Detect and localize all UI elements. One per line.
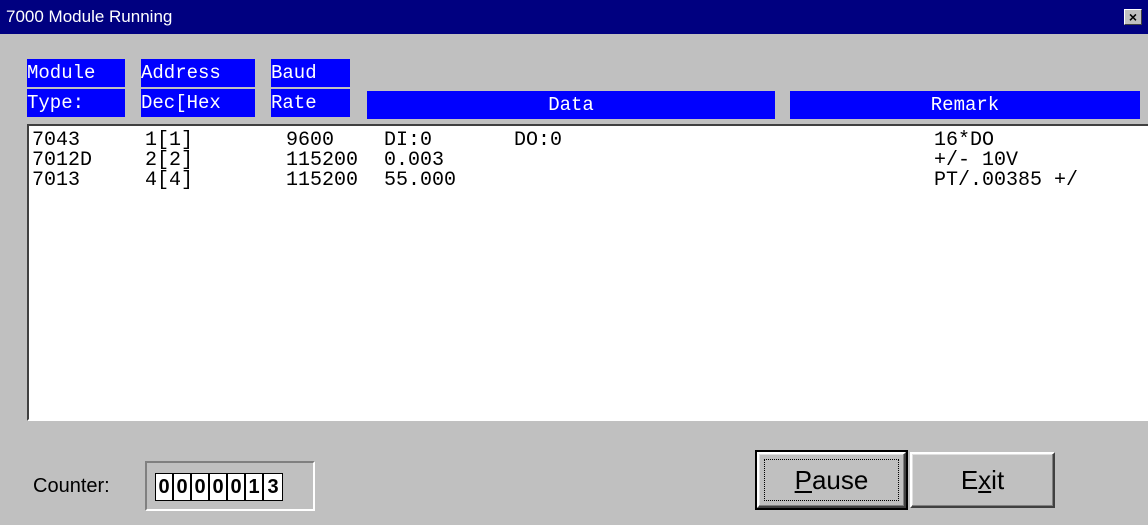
title-bar: 7000 Module Running × — [0, 0, 1148, 34]
counter-display: 0 0 0 0 0 1 3 — [145, 461, 315, 511]
counter-digit: 3 — [264, 474, 282, 500]
header-module-line1: Module — [27, 59, 125, 87]
cell-module: 7013 — [32, 169, 81, 192]
counter-digit: 0 — [174, 474, 192, 500]
list-item[interactable]: 7043 1[1] 9600 DI:0 DO:0 16*DO — [29, 131, 1139, 151]
cell-remark: PT/.00385 +/ — [934, 169, 1079, 192]
header-baud-line2: Rate — [271, 89, 350, 117]
list-item[interactable]: 7013 4[4] 115200 55.000 PT/.00385 +/ — [29, 171, 1139, 191]
cell-remark: +/- 10V — [934, 149, 1019, 172]
header-address-line1: Address — [141, 59, 255, 87]
cell-data: 0.003 — [384, 149, 445, 172]
focus-rectangle — [764, 459, 899, 501]
counter-digit: 0 — [228, 474, 246, 500]
counter-digit: 0 — [210, 474, 228, 500]
cell-baud: 115200 — [286, 169, 359, 192]
pause-button[interactable]: Pause — [755, 450, 908, 510]
cell-baud: 115200 — [286, 149, 359, 172]
cell-data2: DO:0 — [514, 129, 563, 152]
counter-label: Counter: — [33, 475, 110, 497]
cell-module: 7043 — [32, 129, 81, 152]
exit-button-label: Exit — [960, 464, 1005, 495]
cell-address: 2[2] — [145, 149, 194, 172]
header-data: Data — [367, 91, 775, 119]
counter-digit: 1 — [246, 474, 264, 500]
header-address-line2: Dec[Hex — [141, 89, 255, 117]
header-baud-line1: Baud — [271, 59, 350, 87]
cell-data: 55.000 — [384, 169, 457, 192]
close-icon[interactable]: × — [1124, 9, 1142, 25]
header-remark: Remark — [790, 91, 1140, 119]
cell-address: 4[4] — [145, 169, 194, 192]
cell-data: DI:0 — [384, 129, 433, 152]
exit-button[interactable]: Exit — [910, 452, 1055, 508]
list-item[interactable]: 7012D 2[2] 115200 0.003 +/- 10V — [29, 151, 1139, 171]
counter-digits: 0 0 0 0 0 1 3 — [155, 473, 283, 501]
header-module-line2: Type: — [27, 89, 125, 117]
cell-address: 1[1] — [145, 129, 194, 152]
module-list[interactable]: 7043 1[1] 9600 DI:0 DO:0 16*DO 7012D 2[2… — [27, 124, 1148, 421]
cell-module: 7012D — [32, 149, 93, 172]
counter-digit: 0 — [192, 474, 210, 500]
module-running-window: 7000 Module Running × Module Type: Addre… — [0, 0, 1148, 525]
counter-digit: 0 — [156, 474, 174, 500]
window-title: 7000 Module Running — [6, 7, 173, 26]
cell-remark: 16*DO — [934, 129, 995, 152]
cell-baud: 9600 — [286, 129, 335, 152]
